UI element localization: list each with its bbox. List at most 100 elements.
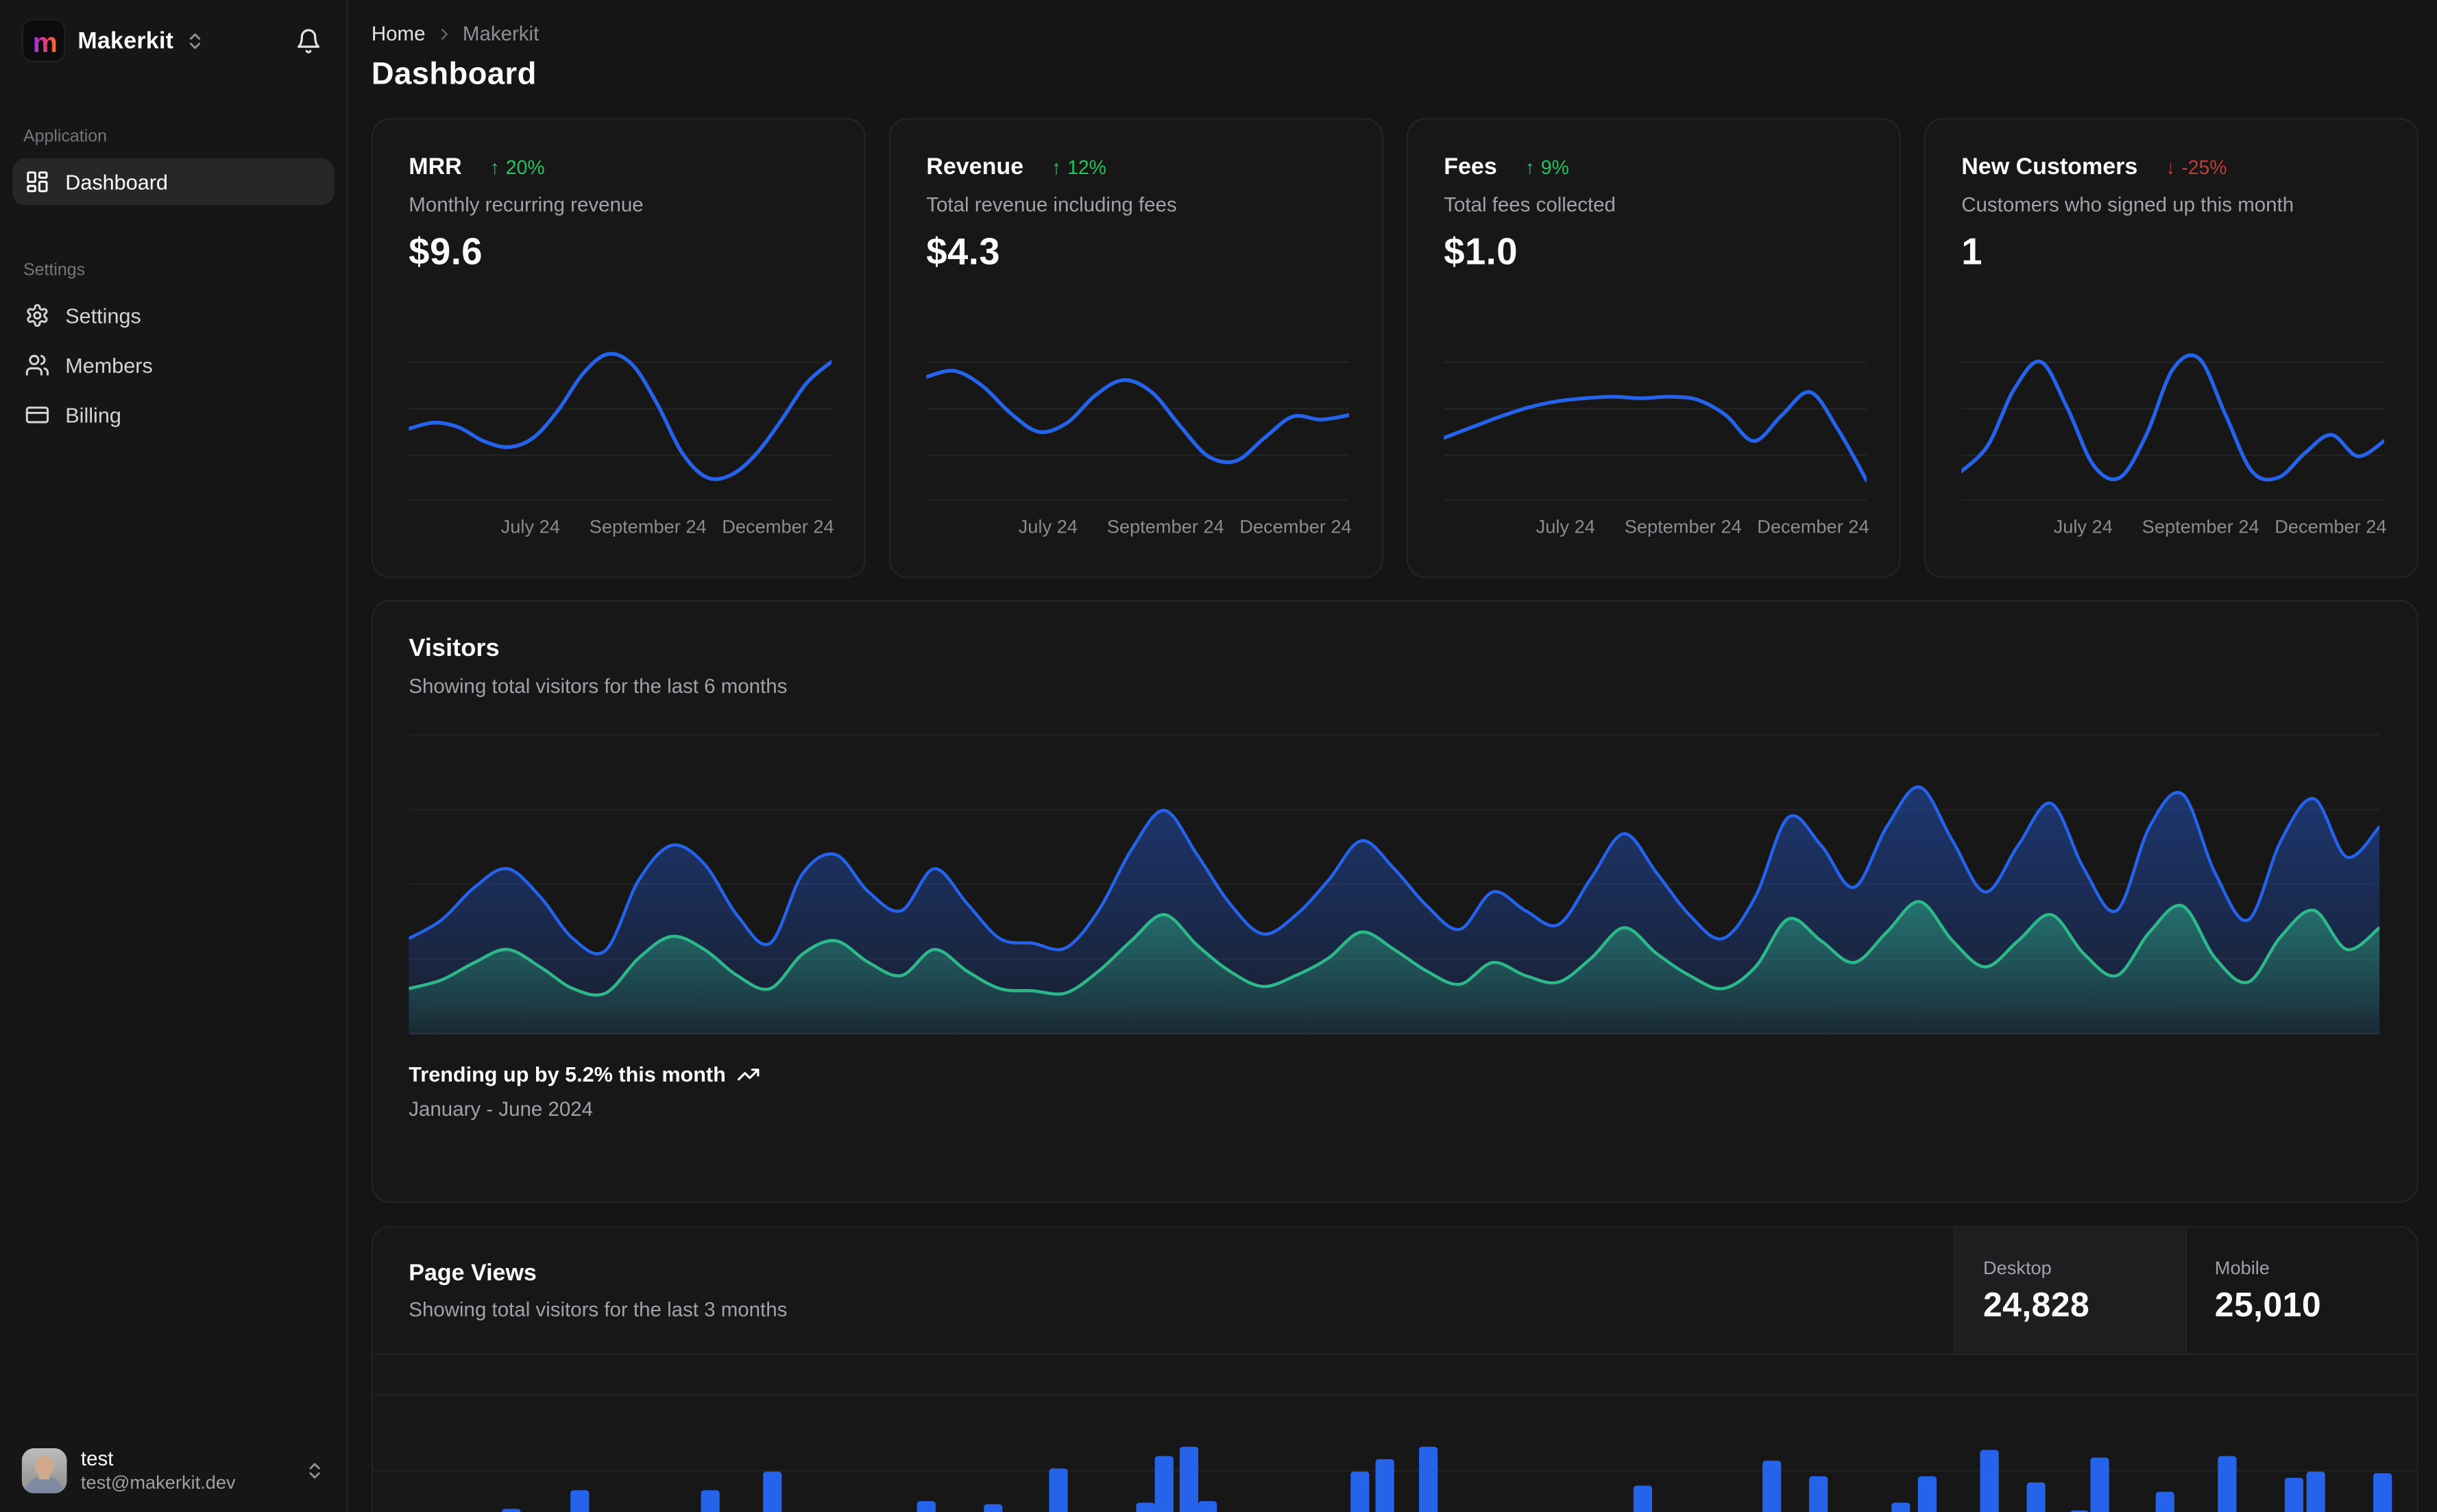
stat-value: $1.0 <box>1444 231 1518 274</box>
credit-card-icon <box>25 402 49 427</box>
main-content: Home Makerkit Dashboard MRR ↑ 20% Monthly… <box>348 0 2437 1512</box>
stat-description: Total fees collected <box>1444 193 1616 217</box>
bar <box>1198 1501 1217 1512</box>
sidebar-section-settings: Settings Settings Members Billing <box>0 208 347 441</box>
x-axis-tick: December 24 <box>2275 515 2387 538</box>
chevrons-up-down-icon <box>184 30 204 50</box>
sidebar-section-application: Application Dashboard <box>0 77 347 208</box>
sidebar: m Makerkit Application Dashboard Setting… <box>0 0 348 1512</box>
stat-title: Revenue <box>926 154 1024 180</box>
trend-badge: ↑ 12% <box>1051 156 1106 178</box>
sidebar-item-label: Dashboard <box>65 170 168 194</box>
sidebar-item-label: Members <box>65 353 153 377</box>
stat-value: $4.3 <box>926 231 1000 274</box>
sidebar-item-settings[interactable]: Settings <box>12 292 334 339</box>
bar <box>2155 1491 2174 1512</box>
visitors-subtitle: Showing total visitors for the last 6 mo… <box>409 674 788 698</box>
trending-up-icon <box>737 1069 760 1081</box>
x-axis-tick: September 24 <box>1106 515 1224 538</box>
makerkit-logo: m <box>21 19 66 62</box>
trend-badge: ↓ -25% <box>2166 156 2227 178</box>
notifications-button[interactable] <box>292 24 325 57</box>
user-menu[interactable]: test test@makerkit.dev <box>0 1432 347 1512</box>
svg-text:m: m <box>33 27 58 58</box>
x-axis-tick: July 24 <box>500 515 560 538</box>
stat-value: 1 <box>1961 231 1983 274</box>
page-views-subtitle: Showing total visitors for the last 3 mo… <box>409 1297 788 1321</box>
bar <box>570 1490 590 1512</box>
page-views-bar-chart <box>373 1355 2417 1512</box>
stat-description: Customers who signed up this month <box>1961 193 2294 217</box>
breadcrumb-current: Makerkit <box>462 21 539 45</box>
breadcrumb-home-link[interactable]: Home <box>372 22 426 45</box>
x-axis-tick: July 24 <box>2053 515 2113 538</box>
x-axis-tick: September 24 <box>2142 515 2259 538</box>
visitors-card: Visitors Showing total visitors for the … <box>371 600 2418 1203</box>
bar <box>1891 1502 1911 1512</box>
avatar <box>21 1448 67 1493</box>
chevrons-up-down-icon <box>304 1461 324 1480</box>
bar <box>701 1490 720 1512</box>
breadcrumb: Home Makerkit <box>372 22 2418 45</box>
bar <box>1418 1446 1438 1512</box>
stat-card-revenue: Revenue ↑ 12% Total revenue including fee… <box>888 118 1383 578</box>
x-axis-tick: December 24 <box>1757 515 1869 538</box>
page-views-card: Page Views Showing total visitors for th… <box>371 1226 2418 1512</box>
arrow-down-icon: ↓ <box>2166 156 2176 178</box>
gridline <box>373 1470 2417 1472</box>
dashboard-page: m Makerkit Application Dashboard Setting… <box>0 0 2437 1512</box>
x-axis-tick: July 24 <box>1018 515 1078 538</box>
sidebar-item-members[interactable]: Members <box>12 342 334 389</box>
page-views-header: Page Views Showing total visitors for th… <box>373 1228 2417 1356</box>
page-views-title: Page Views <box>409 1260 537 1287</box>
stat-card-fees: Fees ↑ 9% Total fees collected $1.0 July … <box>1406 118 1901 578</box>
tab-desktop[interactable]: Desktop 24,828 <box>1953 1228 2185 1354</box>
stat-description: Total revenue including fees <box>926 193 1177 217</box>
revenue-sparkline-chart <box>924 361 1351 502</box>
trend-badge: ↑ 20% <box>489 156 545 178</box>
arrow-up-icon: ↑ <box>1051 156 1062 178</box>
arrow-up-icon: ↑ <box>1525 156 1535 178</box>
users-icon <box>25 353 49 378</box>
visitors-footer: Trending up by 5.2% this month <box>409 1063 2381 1086</box>
trend-badge: ↑ 9% <box>1525 156 1569 178</box>
bar <box>1633 1485 1653 1512</box>
x-axis-tick: December 24 <box>1239 515 1352 538</box>
bar <box>917 1501 936 1512</box>
stat-card-new-customers: New Customers ↓ -25% Customers who signed… <box>1924 118 2418 578</box>
bar <box>1809 1476 1828 1512</box>
workspace-selector[interactable]: m Makerkit <box>0 0 347 77</box>
visitors-date-range: January - June 2024 <box>409 1097 594 1121</box>
stat-cards-row: MRR ↑ 20% Monthly recurring revenue $9.6 … <box>371 118 2418 578</box>
gear-icon <box>25 303 49 328</box>
sparkline-x-axis: July 24 September 24 December 24 <box>1444 516 1869 539</box>
sidebar-item-label: Billing <box>65 403 121 427</box>
gridline <box>373 1393 2417 1395</box>
bar <box>1375 1459 1394 1512</box>
bar <box>1917 1476 1937 1512</box>
bar <box>1179 1446 1199 1512</box>
bar <box>1136 1502 1155 1512</box>
tab-mobile[interactable]: Mobile 25,010 <box>2185 1228 2417 1354</box>
bar <box>1980 1450 1999 1512</box>
mobile-total: 25,010 <box>2214 1284 2322 1324</box>
stat-description: Monthly recurring revenue <box>409 193 644 217</box>
fees-sparkline-chart <box>1442 361 1869 502</box>
stat-title: MRR <box>409 154 462 180</box>
sidebar-item-dashboard[interactable]: Dashboard <box>12 158 335 206</box>
desktop-total: 24,828 <box>1983 1284 2090 1324</box>
x-axis-tick: December 24 <box>722 515 834 538</box>
chevron-right-icon <box>435 24 453 42</box>
sparkline-x-axis: July 24 September 24 December 24 <box>926 515 1352 539</box>
workspace-name: Makerkit <box>77 27 174 54</box>
bar <box>984 1504 1003 1512</box>
bar <box>2090 1457 2109 1512</box>
page-title: Dashboard <box>371 57 537 92</box>
visitors-title: Visitors <box>409 635 500 662</box>
sidebar-item-label: Settings <box>65 304 141 328</box>
sidebar-item-billing[interactable]: Billing <box>12 391 334 438</box>
bar <box>1350 1472 1370 1512</box>
bar <box>1762 1461 1782 1512</box>
bar <box>502 1509 521 1512</box>
bar <box>2218 1456 2237 1512</box>
